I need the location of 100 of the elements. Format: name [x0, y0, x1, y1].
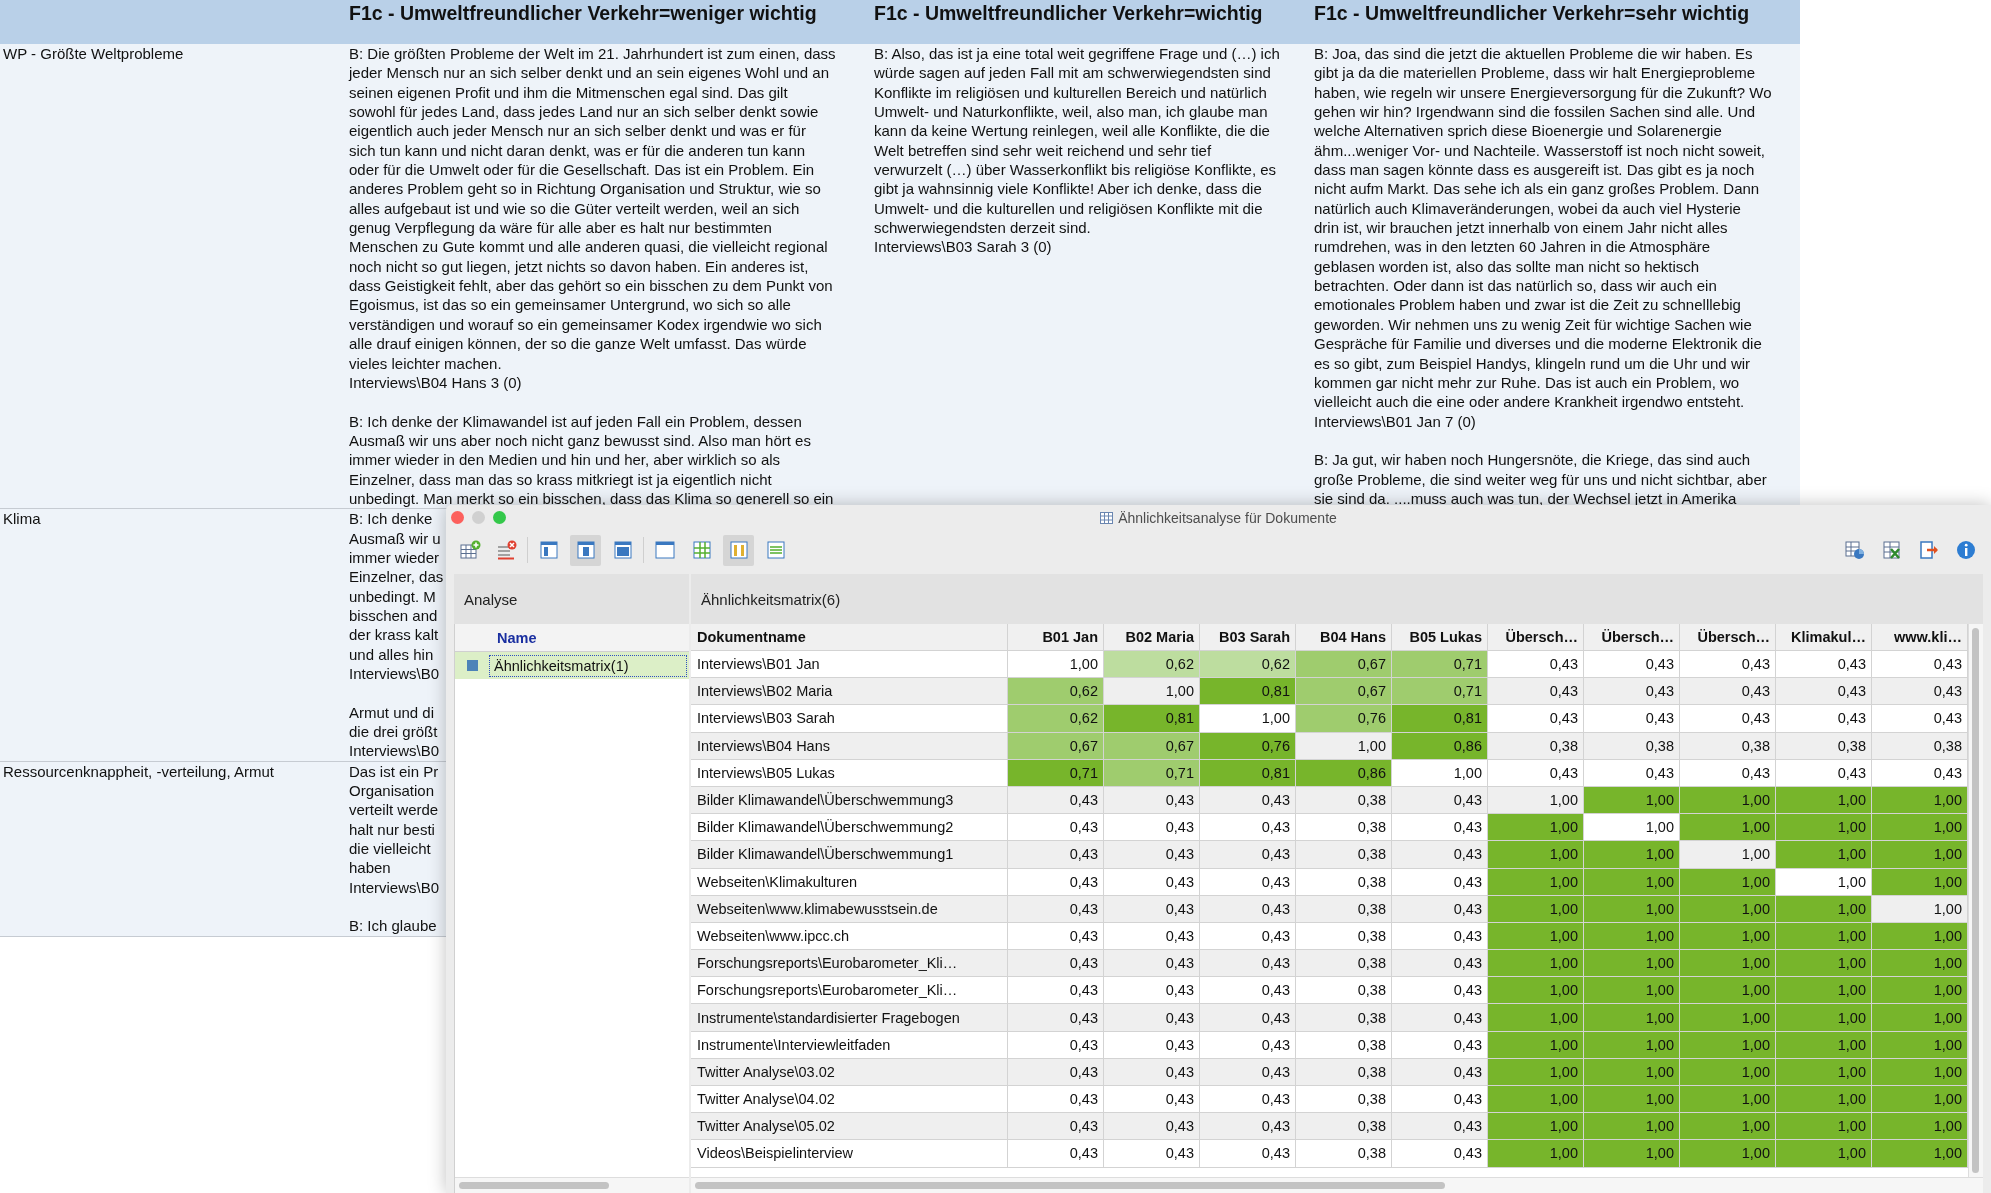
- table-cell: 0,71: [1392, 651, 1488, 679]
- table-cell: 0,43: [1488, 705, 1584, 733]
- column-header[interactable]: B01 Jan: [1008, 624, 1104, 651]
- table-cell: 0,38: [1296, 1140, 1392, 1168]
- table-icon: [1100, 511, 1114, 524]
- column-header[interactable]: B03 Sarah: [1200, 624, 1296, 651]
- center-panel-button[interactable]: [570, 534, 601, 566]
- table-cell: 1,00: [1680, 977, 1776, 1005]
- scrollbar[interactable]: [455, 1177, 689, 1193]
- table-cell: 0,43: [1008, 1140, 1104, 1168]
- table-cell: 1,00: [1776, 814, 1872, 842]
- column-header[interactable]: www.kli…: [1872, 624, 1968, 651]
- column-header[interactable]: Übersch…: [1584, 624, 1680, 651]
- table-cell: 0,86: [1392, 732, 1488, 760]
- table-cell: 1,00: [1680, 1004, 1776, 1032]
- column-header[interactable]: Klimakul…: [1776, 624, 1872, 651]
- table-cell: 0,43: [1008, 1058, 1104, 1086]
- table-cell: 0,43: [1776, 678, 1872, 706]
- column-header[interactable]: B04 Hans: [1296, 624, 1392, 651]
- table-cell: 0,43: [1008, 1004, 1104, 1032]
- table-cell: 0,71: [1104, 759, 1200, 787]
- document-name: Bilder Klimawandel\Überschwemmung3: [691, 786, 1008, 815]
- code-name: Klima: [2, 509, 42, 529]
- table-cell: 1,00: [1776, 786, 1872, 815]
- table-cell: 0,43: [1488, 678, 1584, 706]
- table-cell: 1,00: [1104, 678, 1200, 706]
- table-cell: 0,43: [1392, 1113, 1488, 1141]
- columns-icon: [727, 539, 750, 561]
- table-cell: 1,00: [1872, 1004, 1968, 1032]
- frame-icon: [653, 539, 676, 561]
- table-cell: 1,00: [1680, 1058, 1776, 1086]
- table-cell: 0,43: [1776, 759, 1872, 787]
- table-cell: 0,43: [1104, 1058, 1200, 1086]
- zoom-button[interactable]: [493, 511, 506, 524]
- table-cell: 1,00: [1680, 895, 1776, 923]
- table-cell: 1,00: [1872, 1031, 1968, 1059]
- table-cell: 1,00: [1392, 759, 1488, 787]
- column-header[interactable]: B02 Maria: [1104, 624, 1200, 651]
- analysis-item[interactable]: Ähnlichkeitsmatrix(1): [455, 652, 689, 679]
- table-cell: 1,00: [1680, 1086, 1776, 1114]
- table-cell: 0,43: [1008, 1031, 1104, 1059]
- table-cell: 0,38: [1296, 841, 1392, 869]
- table-cell: 1,00: [1584, 868, 1680, 896]
- table-cell: 0,38: [1296, 1004, 1392, 1032]
- table-cell: 1,00: [1488, 895, 1584, 923]
- columns-button[interactable]: [723, 534, 754, 566]
- table-cell: 0,38: [1296, 950, 1392, 978]
- table-cell: 1,00: [1488, 1058, 1584, 1086]
- code-name: WP - Größte Weltprobleme: [2, 44, 185, 64]
- table-cell: 0,43: [1392, 1004, 1488, 1032]
- window-title: Ähnlichkeitsanalyse für Dokumente: [1118, 509, 1337, 526]
- table-cell: 0,43: [1488, 759, 1584, 787]
- matrix-icon: [466, 660, 478, 671]
- table-cell: 0,38: [1296, 1058, 1392, 1086]
- column-header[interactable]: Übersch…: [1680, 624, 1776, 651]
- table-cell: 0,43: [1200, 1031, 1296, 1059]
- table-cell: 0,43: [1584, 678, 1680, 706]
- table-cell: 1,00: [1488, 814, 1584, 842]
- table-cell: 1,00: [1584, 922, 1680, 951]
- table-cell: 0,43: [1392, 950, 1488, 978]
- table-cell: 1,00: [1776, 1113, 1872, 1141]
- table-cell: 0,43: [1584, 759, 1680, 787]
- table-cell: 1,00: [1872, 1140, 1968, 1168]
- table-cell: 1,00: [1584, 1058, 1680, 1086]
- close-button[interactable]: [451, 511, 464, 524]
- table-cell: 1,00: [1680, 786, 1776, 815]
- add-table-icon: [458, 539, 481, 561]
- document-name: Instrumente\Interviewleitfaden: [691, 1031, 1008, 1059]
- table-cell: 0,38: [1488, 732, 1584, 760]
- table-cell: 1,00: [1488, 977, 1584, 1005]
- table-cell: 0,43: [1680, 678, 1776, 706]
- table-cell: 1,00: [1872, 1113, 1968, 1141]
- table-cell: 0,38: [1680, 732, 1776, 760]
- table-cell: 0,43: [1392, 786, 1488, 815]
- table-cell: 0,62: [1200, 651, 1296, 679]
- table-cell: 0,43: [1200, 841, 1296, 869]
- table-cell: 0,38: [1296, 1113, 1392, 1141]
- column-header[interactable]: B05 Lukas: [1392, 624, 1488, 651]
- center-panel-icon: [574, 539, 597, 561]
- left-panel-icon: [537, 539, 560, 561]
- document-name: Webseiten\www.klimabewusstsein.de: [691, 895, 1008, 923]
- column-header[interactable]: Übersch…: [1488, 624, 1584, 651]
- table-cell: 1,00: [1488, 922, 1584, 951]
- table-cell: 0,43: [1104, 1140, 1200, 1168]
- quote-text: B: Joa, das sind die jetzt die aktuellen Probleme die wir haben. Es gibt ja da die materiellen Probleme, dass wir halt Energieprobleme haben, wie regeln wir unsere Energieversorgung für die Zukunft? Wo gehen wir hin? Irgendwann sind die fossilen Sachen sind alle. Und welche Alternativen sprich diese Bioenergie und Solarenergie ähm...weniger Vor- und Nachteile. Wasserstoff ist noch nicht soweit, dass man sagen könnte dass es ausgereift ist. Das gibt es ja noch nicht aufm Markt. Das sehe ich als ein ganz großes Problem. Dann natürlich auch Klimaveränderungen, wobei da auch viel Hysterie drin ist, wir brauchen jetzt innerhalb von einem Jahr nicht alles rumdrehen, was in den letzten 60 Jahren in die Atmosphäre geblasen worden ist, also das sollte man nicht so hektisch betrachten. Oder dann ist das natürlich so, dass wir auch ein emotionales Problem haben und zwar ist die Zeit zu schnelllebig geworden. Wir nehmen uns zu wenig Zeit für wichtige Sachen wie Gespräche für Familie und diverses und die moderne Elektronik die es so gibt, zum Beispiel Handys, klingeln rund um die Uhr und wir kommen gar nicht mehr zur Ruhe. Das ist auch ein Problem, wo vielleicht auch die eine oder andere Krankheit irgendwo entsteht.: [1314, 44, 1772, 412]
- table-cell: 0,67: [1008, 732, 1104, 760]
- table-cell: 1,00: [1488, 841, 1584, 869]
- table-cell: 1,00: [1488, 1140, 1584, 1168]
- column-header[interactable]: Dokumentname: [691, 624, 1008, 651]
- table-cell: 1,00: [1776, 1140, 1872, 1168]
- table-cell: 0,43: [1584, 705, 1680, 733]
- scrollbar[interactable]: [691, 1177, 1983, 1193]
- column-header: F1c - Umweltfreundlicher Verkehr=weniger wichtig: [348, 1, 818, 25]
- document-name: Forschungsreports\Eurobarometer_Kli…: [691, 950, 1008, 978]
- scrollbar[interactable]: [1968, 624, 1983, 1177]
- table-cell: 1,00: [1776, 895, 1872, 923]
- document-name: Instrumente\standardisierter Fragebogen: [691, 1004, 1008, 1032]
- table-cell: 0,76: [1200, 732, 1296, 760]
- table-cell: 1,00: [1872, 841, 1968, 869]
- chart-export-icon: [1843, 539, 1866, 561]
